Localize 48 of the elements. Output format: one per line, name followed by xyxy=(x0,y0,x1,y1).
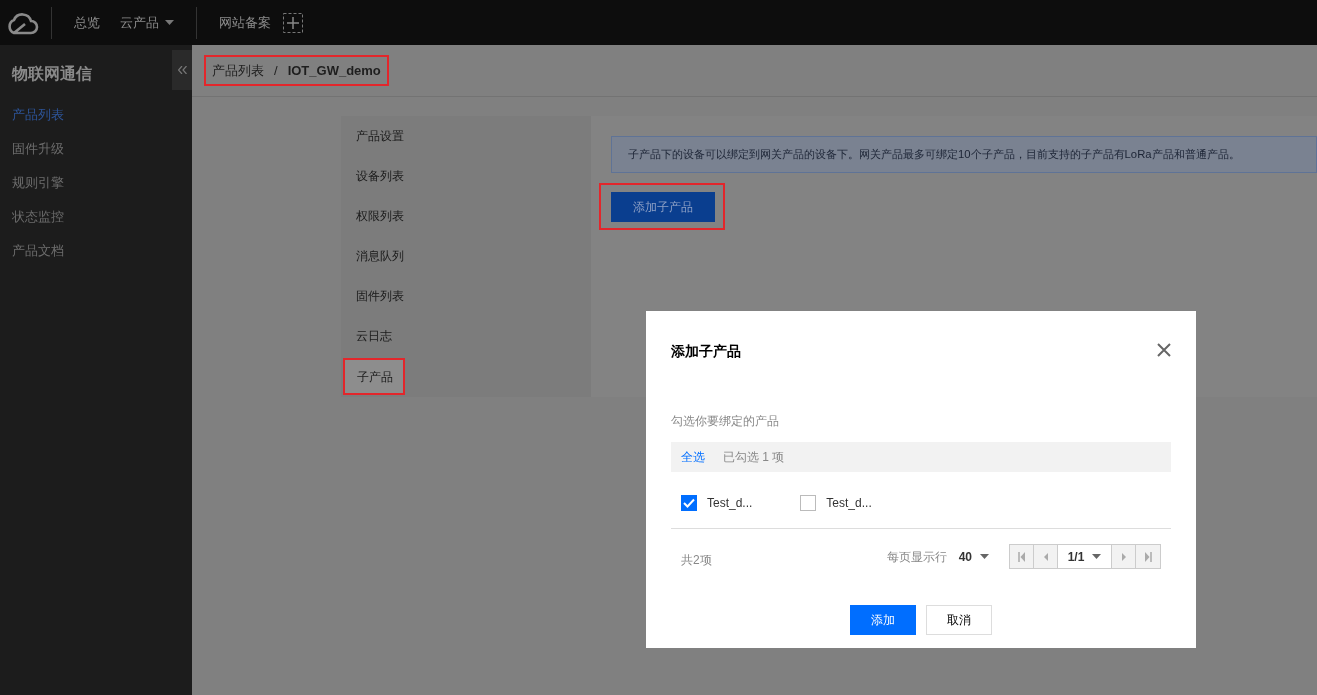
checkbox[interactable] xyxy=(800,495,817,511)
close-icon[interactable] xyxy=(1157,343,1171,357)
caret-icon xyxy=(980,553,989,560)
double-chevron-icon xyxy=(177,66,187,74)
previous-page-button[interactable] xyxy=(1034,545,1058,568)
tab[interactable]: 云日志 xyxy=(341,316,591,356)
total-count: 共2项 xyxy=(681,551,712,569)
selected-count: 已勾选 1 项 xyxy=(723,449,785,466)
tab[interactable]: 消息队列 xyxy=(341,236,591,276)
tab[interactable]: 权限列表 xyxy=(341,196,591,236)
collapse-button[interactable] xyxy=(172,50,192,90)
nav-link[interactable]: 总览 xyxy=(64,12,110,33)
info-notice: 子产品下的设备可以绑定到网关产品的设备下。网关产品最多可绑定10个子产品，目前支持的子产品有LoRa产品和普通产品。 xyxy=(611,136,1317,173)
first-page-icon xyxy=(1017,551,1026,562)
sidebar-item[interactable]: 固件升级 xyxy=(0,132,192,166)
tab[interactable]: 子产品 xyxy=(343,358,405,395)
first-page-button[interactable] xyxy=(1010,545,1034,568)
next-page-button[interactable] xyxy=(1112,545,1136,568)
caret-icon xyxy=(1092,553,1102,560)
option-label: Test_d... xyxy=(826,495,872,512)
add-subproduct-button[interactable]: 添加子产品 xyxy=(611,191,715,222)
last-page-button[interactable] xyxy=(1136,545,1160,568)
caret-icon xyxy=(165,19,174,26)
tab[interactable]: 固件列表 xyxy=(341,276,591,316)
last-page-icon xyxy=(1144,551,1152,562)
page-size-label: 每页显示行 xyxy=(886,548,947,566)
confirm-button[interactable]: 添加 xyxy=(850,605,916,635)
select-all-link[interactable]: 全选 xyxy=(681,448,705,466)
sidebar-item[interactable]: 产品文档 xyxy=(0,234,192,268)
modal-title: 添加子产品 xyxy=(671,342,741,361)
sidebar-item[interactable]: 状态监控 xyxy=(0,200,192,234)
sidebar-item[interactable]: 规则引擎 xyxy=(0,166,192,200)
page-size-select[interactable]: 40 xyxy=(958,547,989,566)
option-label: Test_d... xyxy=(707,495,753,512)
tab[interactable]: 产品设置 xyxy=(341,116,591,156)
cancel-button[interactable]: 取消 xyxy=(926,605,992,635)
instruction-text: 勾选你要绑定的产品 xyxy=(671,413,780,430)
nav-dropdown[interactable]: 云产品 xyxy=(110,12,184,33)
tab[interactable]: 设备列表 xyxy=(341,156,591,196)
next-page-icon xyxy=(1119,551,1128,562)
breadcrumb-link[interactable]: 产品列表 xyxy=(212,60,264,81)
checkbox[interactable] xyxy=(681,495,697,511)
sidebar-item[interactable]: 产品列表 xyxy=(0,98,192,132)
add-icon[interactable] xyxy=(283,12,303,33)
breadcrumb-separator: / xyxy=(274,61,278,80)
breadcrumb-current: IOT_GW_demo xyxy=(287,61,381,80)
nav-link[interactable]: 网站备案 xyxy=(209,12,281,33)
sidebar-title: 物联网通信 xyxy=(12,64,93,84)
